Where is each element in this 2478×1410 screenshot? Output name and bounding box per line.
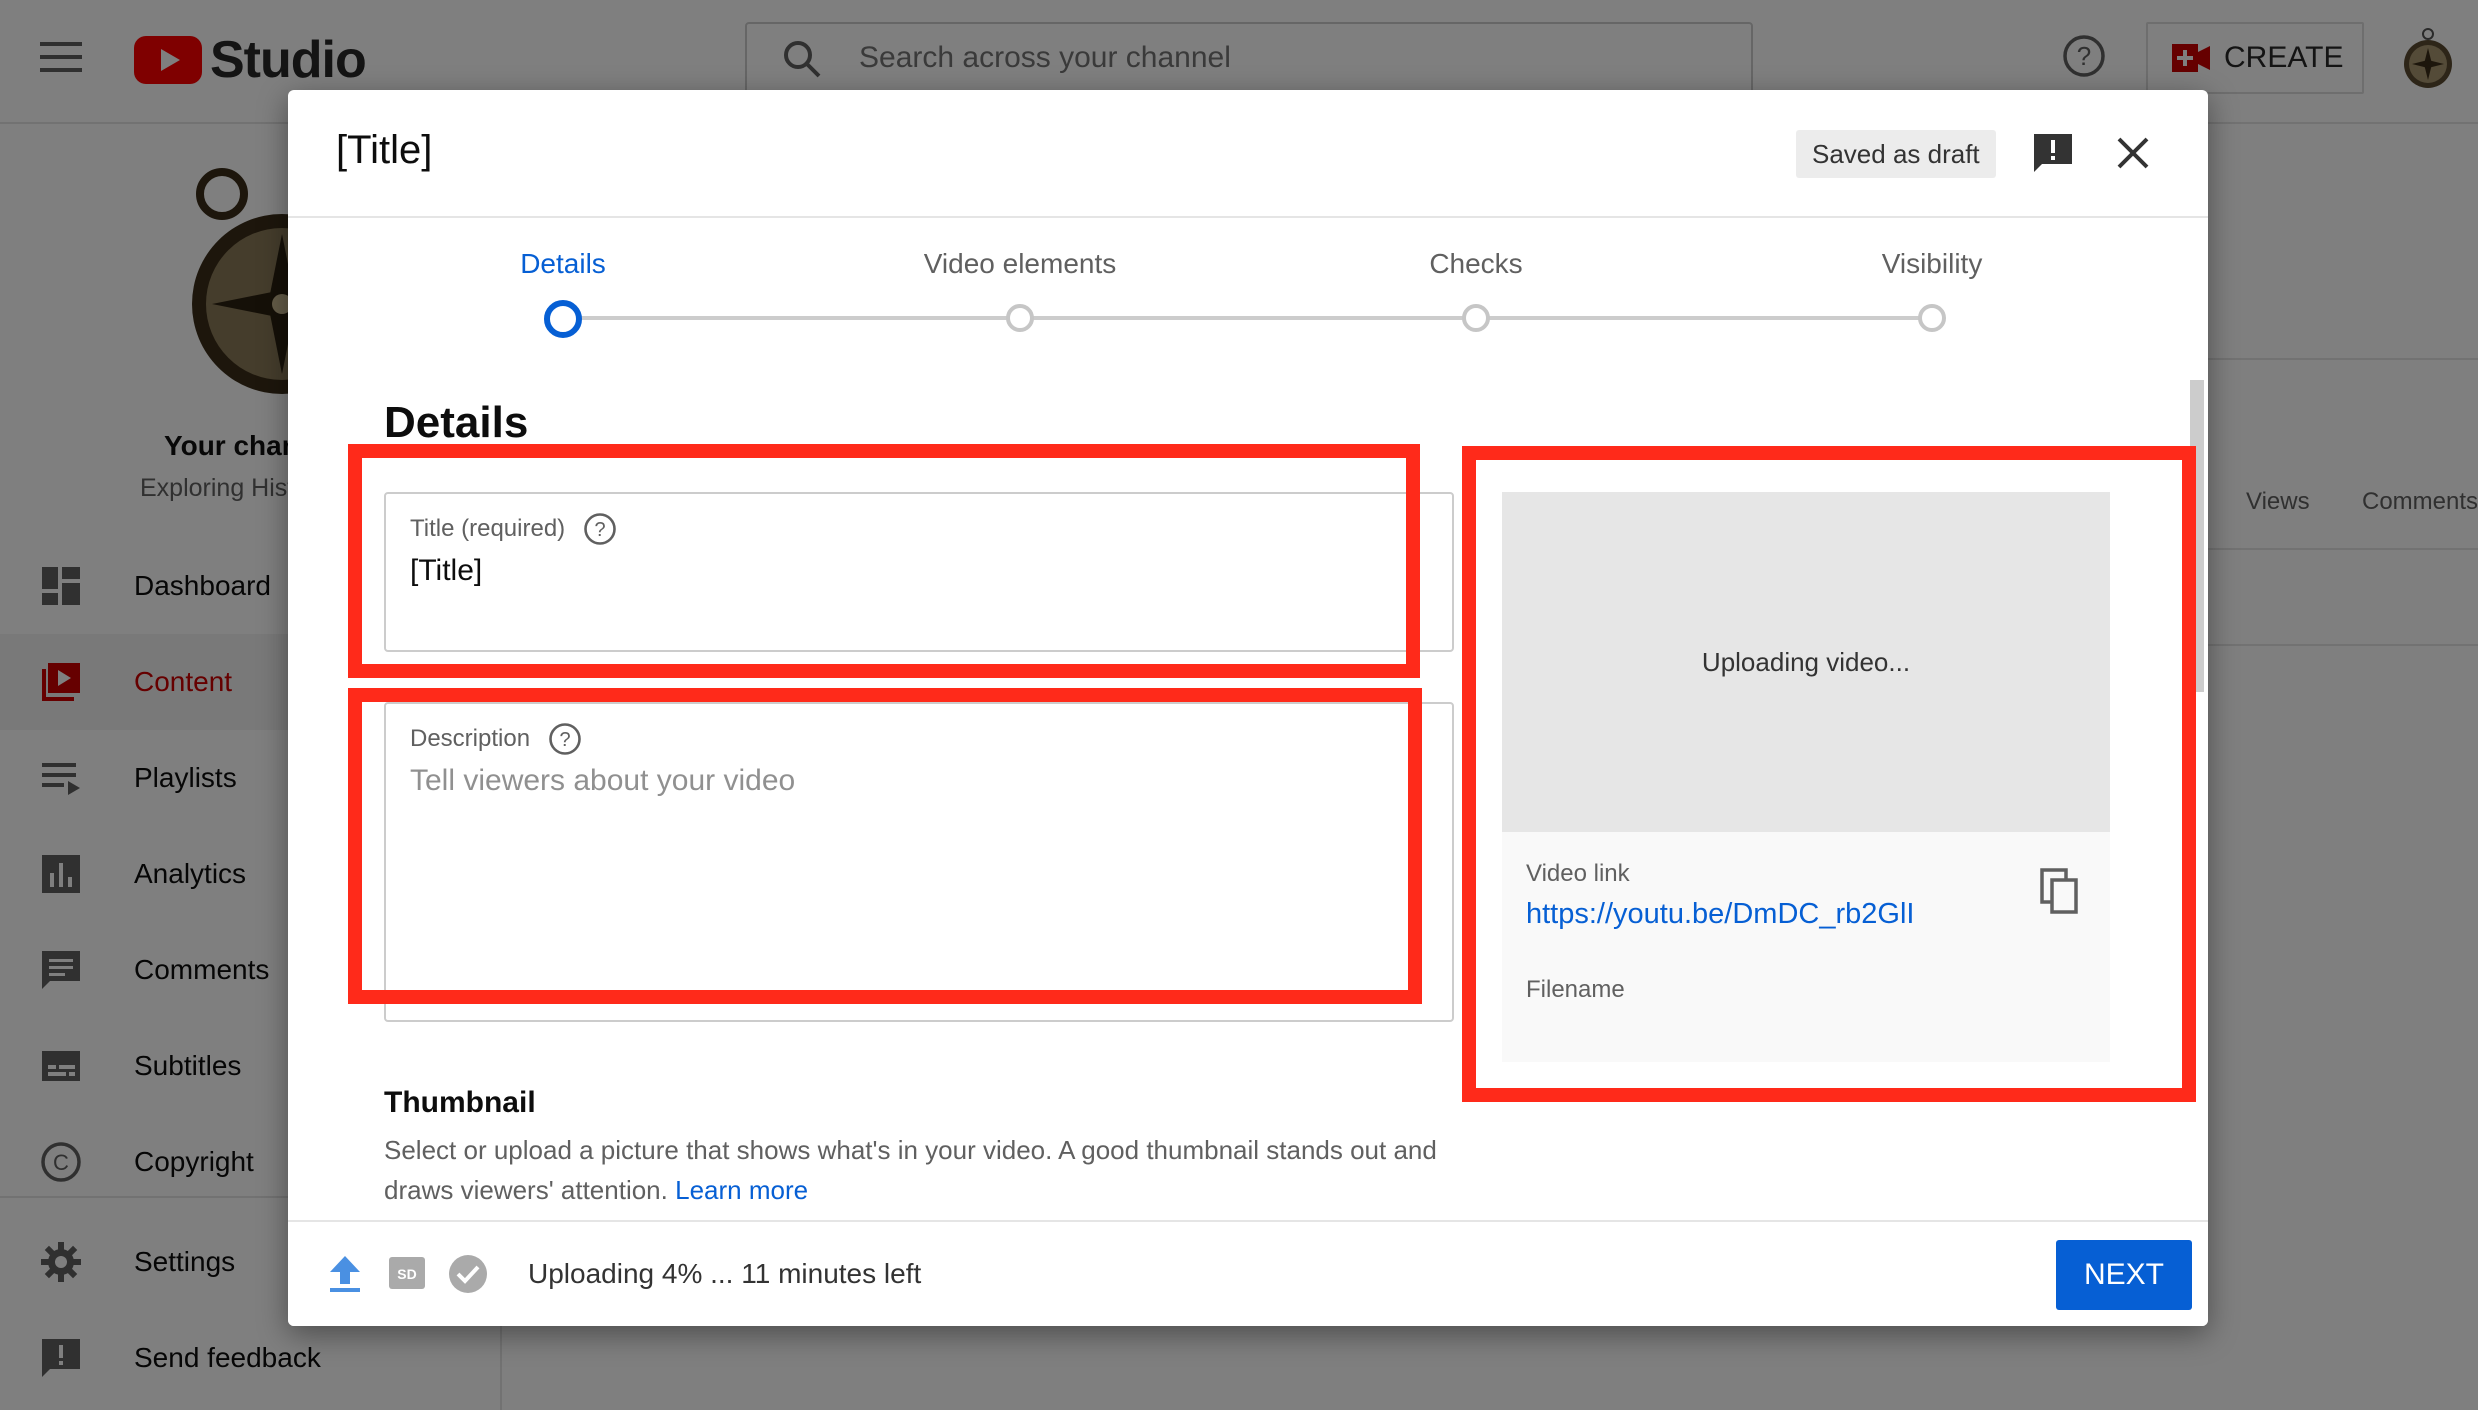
step-dot-video-elements[interactable] <box>1006 304 1034 332</box>
sd-quality-icon: SD <box>389 1257 425 1289</box>
step-visibility[interactable]: Visibility <box>1882 248 1983 280</box>
annotation-box-title <box>348 444 1420 678</box>
thumbnail-description: Select or upload a picture that shows wh… <box>384 1130 1484 1210</box>
report-feedback-icon[interactable] <box>2032 132 2074 174</box>
dialog-title: [Title] <box>336 128 433 172</box>
checks-icon <box>449 1255 487 1293</box>
step-details[interactable]: Details <box>520 248 606 280</box>
dialog-header: [Title] Saved as draft <box>288 90 2208 218</box>
next-button[interactable]: NEXT <box>2056 1240 2192 1310</box>
dialog-footer: SD Uploading 4% ... 11 minutes left NEXT <box>288 1220 2208 1326</box>
step-dot-visibility[interactable] <box>1918 304 1946 332</box>
step-dot-checks[interactable] <box>1462 304 1490 332</box>
learn-more-link[interactable]: Learn more <box>675 1175 808 1205</box>
step-checks[interactable]: Checks <box>1429 248 1522 280</box>
draft-status-badge: Saved as draft <box>1796 130 1996 178</box>
upload-progress-text: Uploading 4% ... 11 minutes left <box>528 1258 922 1289</box>
annotation-box-preview <box>1462 446 2196 1102</box>
upload-icon <box>330 1256 360 1292</box>
stepper-line <box>563 316 1933 320</box>
step-video-elements[interactable]: Video elements <box>924 248 1117 280</box>
progress-stepper: Details Video elements Checks Visibility <box>288 216 2208 356</box>
annotation-box-description <box>348 688 1422 1004</box>
step-dot-details[interactable] <box>544 300 582 338</box>
close-icon[interactable] <box>2116 136 2150 170</box>
thumbnail-heading: Thumbnail <box>384 1086 536 1119</box>
thumbnail-text: Select or upload a picture that shows wh… <box>384 1135 1437 1205</box>
section-heading: Details <box>384 398 529 447</box>
svg-text:SD: SD <box>397 1266 416 1282</box>
